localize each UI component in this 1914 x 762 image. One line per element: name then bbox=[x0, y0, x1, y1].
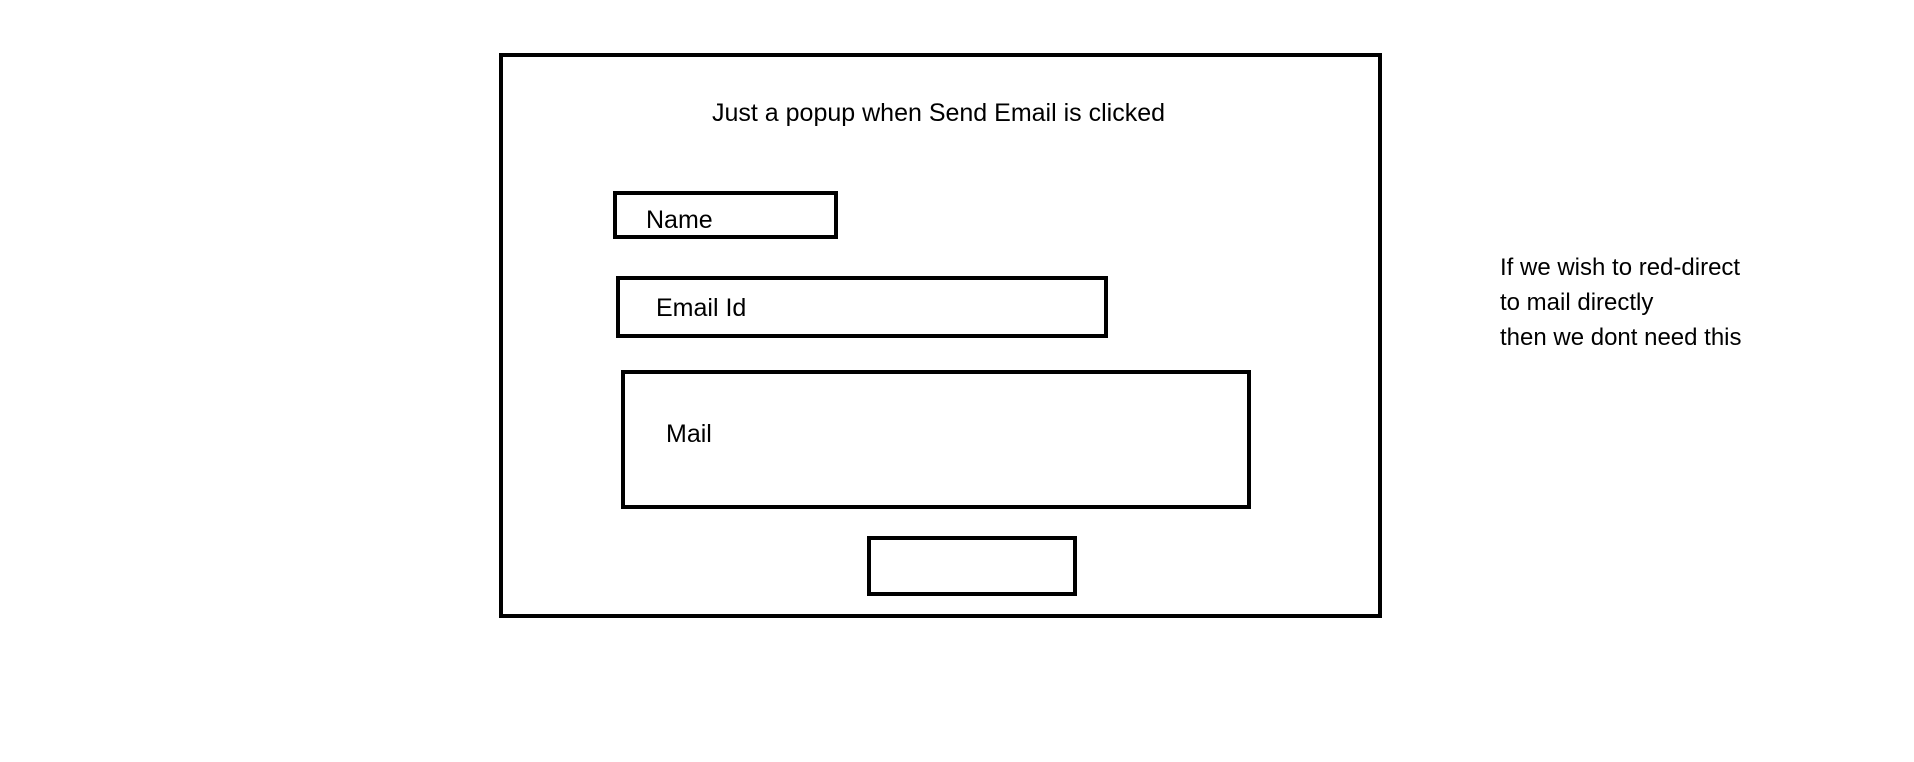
email-field[interactable]: Email Id bbox=[616, 276, 1108, 338]
email-field-label: Email Id bbox=[656, 294, 747, 322]
side-note-line: to mail directly bbox=[1500, 289, 1654, 316]
send-button[interactable] bbox=[867, 536, 1077, 596]
name-field[interactable]: Name bbox=[613, 191, 838, 239]
popup-title: Just a popup when Send Email is clicked bbox=[712, 99, 1166, 127]
side-note-line: If we wish to red-direct bbox=[1500, 254, 1741, 281]
mail-body-field[interactable]: Mail bbox=[621, 370, 1251, 509]
mail-field-label: Mail bbox=[666, 420, 712, 448]
side-note: If we wish to red-direct to mail directl… bbox=[1500, 250, 1742, 355]
side-note-line: then we dont need this bbox=[1500, 324, 1742, 351]
name-field-label: Name bbox=[646, 206, 713, 234]
